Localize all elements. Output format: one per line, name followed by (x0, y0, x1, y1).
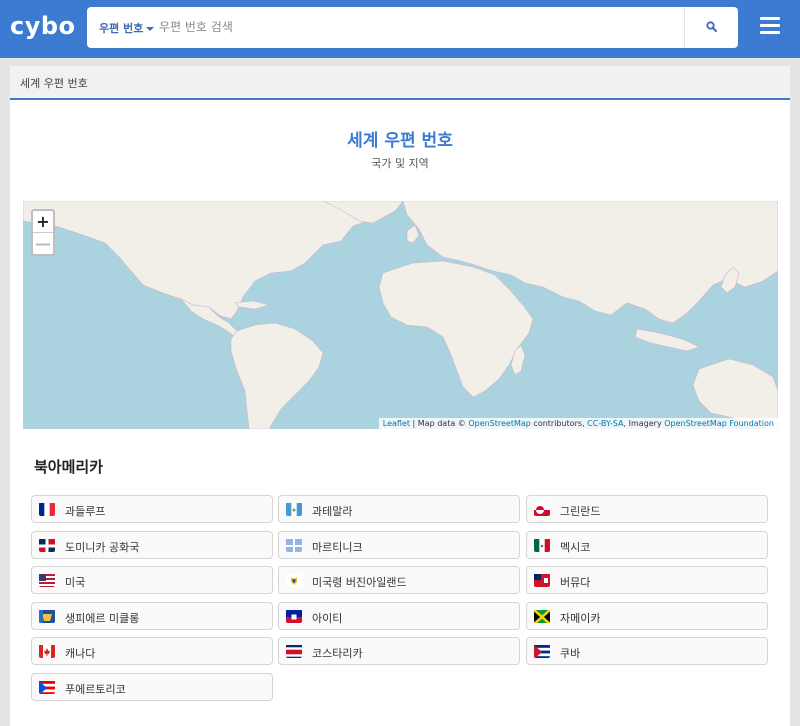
canada-flag-icon (39, 644, 55, 658)
country-link-costa-rica[interactable]: 코스타리카 (278, 637, 520, 665)
country-link-puerto-rico[interactable]: 푸에르토리코 (31, 673, 273, 701)
us-virgin-islands-flag-icon (286, 573, 302, 587)
puerto-rico-flag-icon (39, 680, 55, 694)
attribution-text: , Imagery (623, 419, 665, 428)
license-link[interactable]: CC-BY-SA (587, 419, 623, 428)
greenland-flag-icon (534, 502, 550, 516)
country-name: 마르티니크 (312, 541, 363, 554)
country-name: 그린란드 (560, 505, 601, 518)
cybo-logo[interactable]: cybo (10, 12, 76, 40)
attribution-text: contributors, (530, 419, 588, 428)
country-link-cuba[interactable]: 쿠바 (526, 637, 768, 665)
country-link-jamaica[interactable]: 자메이카 (526, 602, 768, 630)
mexico-flag-icon (534, 538, 550, 552)
costa-rica-flag-icon (286, 644, 302, 658)
hamburger-menu-icon[interactable] (760, 17, 780, 35)
country-link-martinique[interactable]: 마르티니크 (278, 531, 520, 559)
search-input[interactable] (159, 16, 659, 38)
country-link-haiti[interactable]: 아이티 (278, 602, 520, 630)
leaflet-link[interactable]: Leaflet (383, 419, 410, 428)
country-name: 과들루프 (65, 505, 106, 518)
france-flag-icon (39, 502, 55, 516)
bermuda-flag-icon (534, 573, 550, 587)
country-name: 과테말라 (312, 505, 353, 518)
saint-pierre-miquelon-flag-icon (39, 609, 55, 623)
search-scope-label: 우편 번호 (99, 22, 144, 35)
country-link-dominican-republic[interactable]: 도미니카 공화국 (31, 531, 273, 559)
country-link-saint-pierre-miquelon[interactable]: 생피에르 미클롱 (31, 602, 273, 630)
country-link-bermuda[interactable]: 버뮤다 (526, 566, 768, 594)
page-title: 세계 우편 번호 (347, 131, 453, 151)
country-link-guadeloupe[interactable]: 과들루프 (31, 495, 273, 523)
map-tiles (23, 201, 778, 429)
jamaica-flag-icon (534, 609, 550, 623)
country-link-greenland[interactable]: 그린란드 (526, 495, 768, 523)
country-name: 멕시코 (560, 541, 591, 554)
country-name: 자메이카 (560, 612, 601, 625)
search-scope-dropdown[interactable]: 우편 번호 (99, 20, 155, 36)
country-name: 캐나다 (65, 647, 96, 660)
country-link-us-virgin-islands[interactable]: 미국령 버진아일랜드 (278, 566, 520, 594)
attribution-text: | Map data © (410, 419, 469, 428)
caret-down-icon (146, 27, 155, 31)
haiti-flag-icon (286, 609, 302, 623)
dominican-republic-flag-icon (39, 538, 55, 552)
usa-flag-icon (39, 573, 55, 587)
country-link-guatemala[interactable]: 과테말라 (278, 495, 520, 523)
country-name: 아이티 (312, 612, 343, 625)
cuba-flag-icon (534, 644, 550, 658)
top-navbar: cybo 우편 번호 (0, 0, 800, 58)
martinique-flag-icon (286, 538, 302, 552)
breadcrumb-item: 세계 우편 번호 (20, 77, 88, 90)
zoom-out-button[interactable]: — (33, 232, 53, 253)
country-name: 코스타리카 (312, 647, 363, 660)
region-heading: 북아메리카 (34, 458, 104, 476)
country-name: 도미니카 공화국 (65, 541, 140, 554)
country-name: 미국 (65, 576, 86, 589)
guatemala-flag-icon (286, 502, 302, 516)
search-icon (706, 21, 717, 32)
search-bar: 우편 번호 (87, 7, 738, 48)
map-attribution: Leaflet | Map data © OpenStreetMap contr… (378, 418, 778, 429)
country-name: 쿠바 (560, 647, 581, 660)
breadcrumb: 세계 우편 번호 (10, 66, 790, 100)
search-button[interactable] (684, 7, 738, 48)
country-link-canada[interactable]: 캐나다 (31, 637, 273, 665)
world-map[interactable]: + — Leaflet | Map data © OpenStreetMap c… (23, 201, 778, 429)
zoom-control: + — (31, 209, 55, 256)
osm-link[interactable]: OpenStreetMap (468, 419, 531, 428)
zoom-in-button[interactable]: + (33, 211, 53, 232)
main-panel: 세계 우편 번호 세계 우편 번호 국가 및 지역 + — Leaflet | … (10, 66, 790, 726)
country-link-mexico[interactable]: 멕시코 (526, 531, 768, 559)
country-name: 미국령 버진아일랜드 (312, 576, 407, 589)
country-name: 생피에르 미클롱 (65, 612, 140, 625)
country-name: 푸에르토리코 (65, 683, 126, 696)
country-link-usa[interactable]: 미국 (31, 566, 273, 594)
page-subtitle: 국가 및 지역 (371, 157, 429, 170)
country-name: 버뮤다 (560, 576, 591, 589)
osm-foundation-link[interactable]: OpenStreetMap Foundation (664, 419, 774, 428)
